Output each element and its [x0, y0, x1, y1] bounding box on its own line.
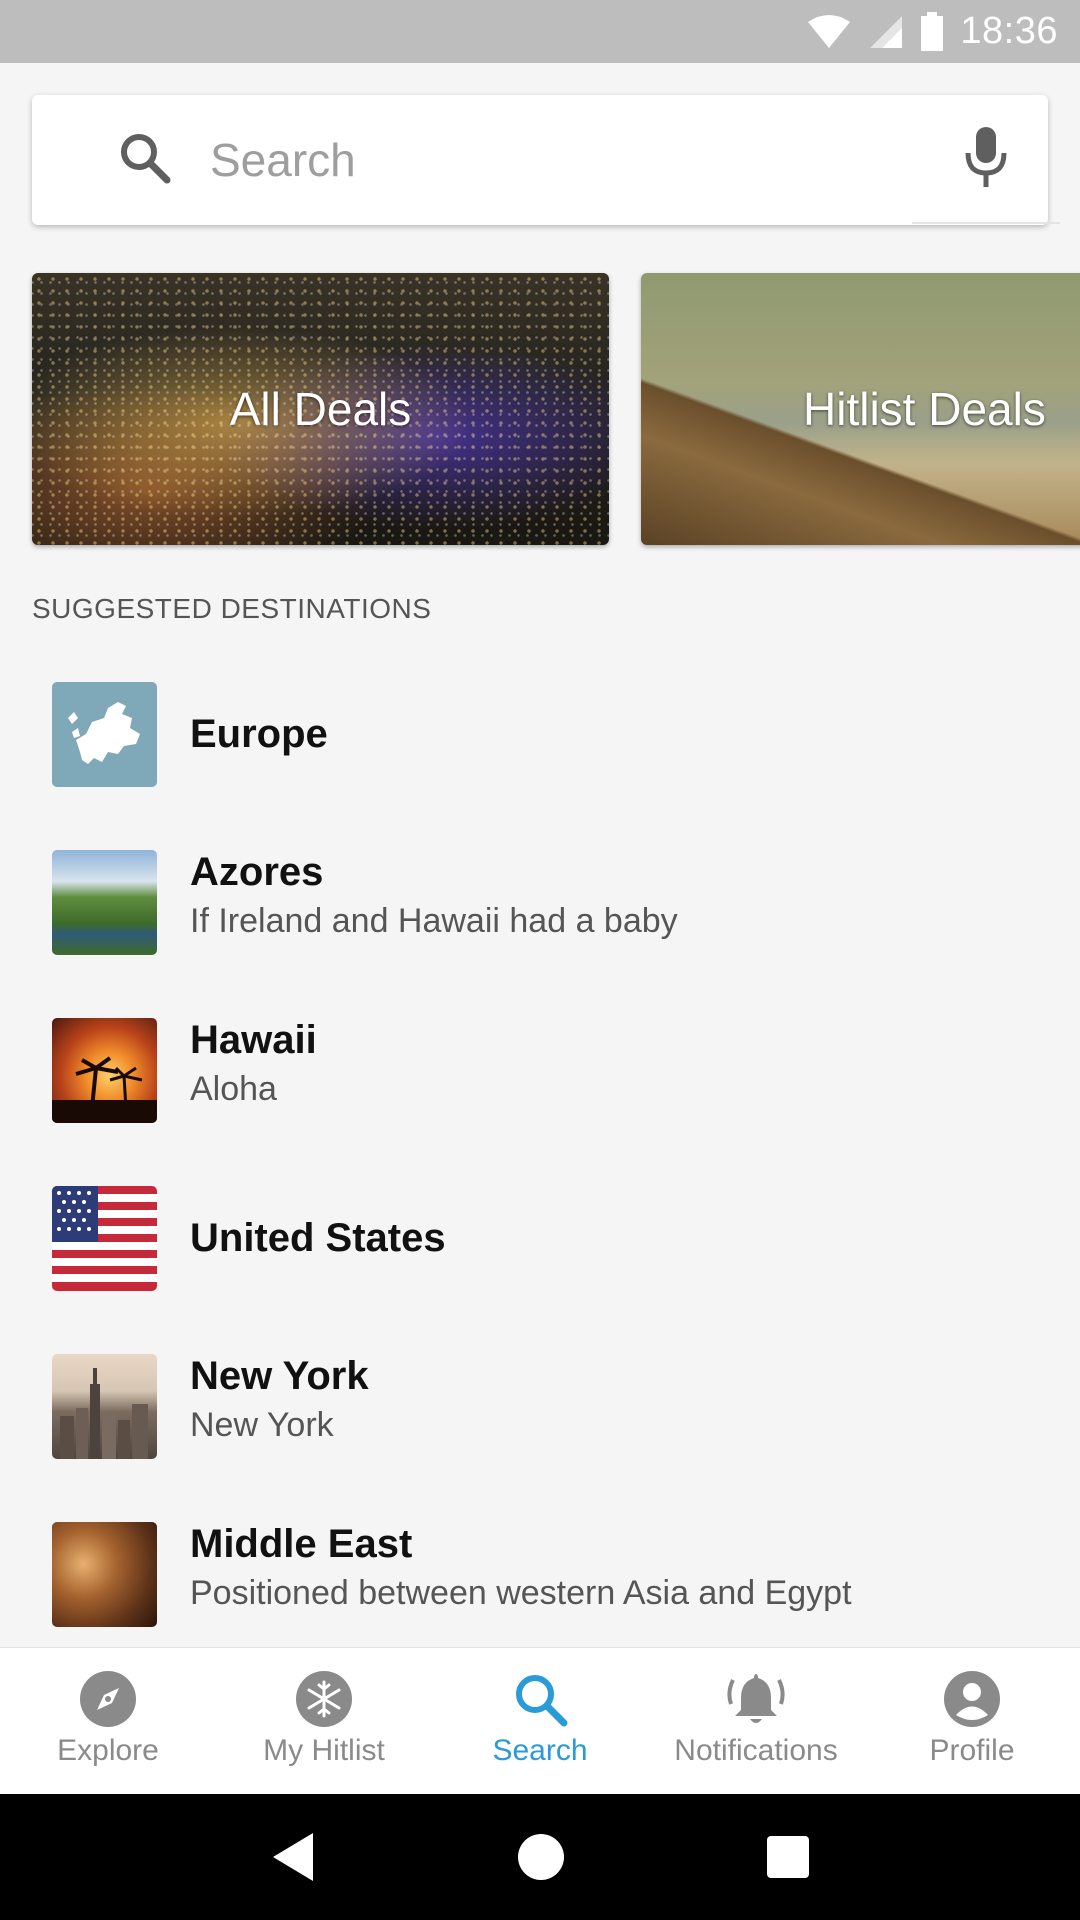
recents-icon[interactable] — [765, 1834, 811, 1880]
system-navigation-bar — [0, 1794, 1080, 1920]
destination-item-europe[interactable]: Europe — [0, 650, 1080, 818]
destination-name: Middle East — [190, 1522, 413, 1566]
europe-map-icon — [68, 702, 140, 764]
hawaii-thumbnail — [52, 1018, 157, 1123]
destination-subtitle: If Ireland and Hawaii had a baby — [190, 902, 678, 940]
compass-icon — [80, 1671, 136, 1727]
nav-notifications[interactable]: Notifications — [648, 1648, 864, 1794]
new-york-thumbnail — [52, 1354, 157, 1459]
back-icon[interactable] — [269, 1831, 317, 1883]
status-bar: 18:36 — [0, 0, 1080, 63]
search-input[interactable] — [210, 123, 910, 197]
all-deals-card[interactable]: All Deals — [32, 273, 609, 545]
destination-item-azores[interactable]: Azores If Ireland and Hawaii had a baby — [0, 818, 1080, 986]
nav-search-label: Search — [492, 1734, 588, 1767]
bell-icon — [727, 1674, 785, 1723]
clock: 18:36 — [960, 10, 1058, 52]
nav-profile[interactable]: Profile — [864, 1648, 1080, 1794]
nav-profile-label: Profile — [929, 1734, 1015, 1767]
destination-item-hawaii[interactable]: Hawaii Aloha — [0, 986, 1080, 1154]
section-title: SUGGESTED DESTINATIONS — [32, 593, 432, 624]
destination-item-united-states[interactable]: United States — [0, 1154, 1080, 1322]
bottom-navigation: Explore My Hitlist Search Notifications — [0, 1647, 1080, 1794]
skyline-image — [60, 1368, 148, 1459]
nav-explore-label: Explore — [57, 1734, 159, 1767]
middle-east-thumbnail — [52, 1522, 157, 1627]
home-icon[interactable] — [516, 1832, 566, 1882]
nav-my-hitlist[interactable]: My Hitlist — [216, 1648, 432, 1794]
destination-name: United States — [190, 1216, 446, 1260]
snowflake-icon — [296, 1671, 352, 1727]
palm-trees-image — [52, 1056, 157, 1123]
destination-subtitle: Positioned between western Asia and Egyp… — [190, 1574, 852, 1612]
hitlist-deals-label: Hitlist Deals — [803, 383, 1046, 435]
nav-my-hitlist-label: My Hitlist — [263, 1734, 385, 1767]
destination-item-middle-east[interactable]: Middle East Positioned between western A… — [0, 1490, 1080, 1658]
microphone-icon[interactable] — [962, 125, 1010, 191]
azores-thumbnail — [52, 850, 157, 955]
profile-icon — [944, 1671, 1000, 1727]
europe-thumbnail — [52, 682, 157, 787]
wifi-icon — [808, 14, 851, 48]
us-flag-icon — [52, 1186, 157, 1291]
nav-notifications-label: Notifications — [674, 1734, 838, 1767]
destination-name: Azores — [190, 850, 324, 894]
destination-name: New York — [190, 1354, 369, 1398]
us-flag-thumbnail — [52, 1186, 157, 1291]
destination-name: Europe — [190, 712, 328, 756]
nav-search[interactable]: Search — [432, 1648, 648, 1794]
battery-icon — [921, 11, 944, 51]
search-icon — [516, 1675, 568, 1727]
destination-subtitle: New York — [190, 1406, 334, 1444]
hitlist-deals-card[interactable]: Hitlist Deals — [641, 273, 1080, 545]
search-bar[interactable] — [32, 95, 1060, 225]
all-deals-label: All Deals — [229, 383, 412, 435]
destination-item-new-york[interactable]: New York New York — [0, 1322, 1080, 1490]
search-icon — [121, 134, 171, 184]
destination-subtitle: Aloha — [190, 1070, 277, 1108]
mic-underline — [912, 222, 1060, 224]
nav-explore[interactable]: Explore — [0, 1648, 216, 1794]
destination-name: Hawaii — [190, 1018, 317, 1062]
signal-icon — [870, 15, 903, 48]
